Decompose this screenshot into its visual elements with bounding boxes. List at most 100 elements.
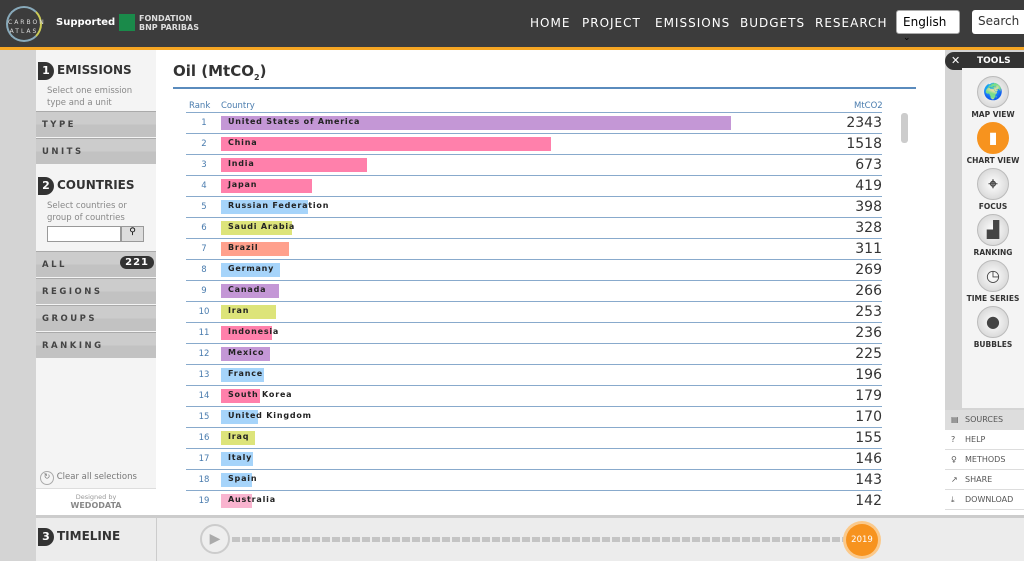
rank: 1	[201, 118, 207, 128]
table-row[interactable]: 5 Russian Federation 398	[186, 196, 882, 217]
menu-help[interactable]: ? HELP	[945, 430, 1024, 450]
tool-bubbles[interactable]: ● BUBBLES	[962, 306, 1024, 349]
table-row[interactable]: 3 India 673	[186, 154, 882, 175]
refresh-icon: ↻	[40, 471, 54, 485]
table-row[interactable]: 13 France 196	[186, 364, 882, 385]
rank: 12	[198, 349, 210, 359]
menu-sources[interactable]: ▤ SOURCES	[945, 410, 1024, 430]
table-row[interactable]: 2 China 1518	[186, 133, 882, 154]
emissions-heading: 1 EMISSIONS	[36, 62, 132, 80]
all-button[interactable]: ALL 221	[36, 251, 156, 277]
timeline-track[interactable]	[232, 537, 852, 542]
table-row[interactable]: 11 Indonesia 236	[186, 322, 882, 343]
nav-home[interactable]: HOME	[530, 16, 570, 30]
close-icon[interactable]: ✕	[951, 54, 960, 67]
type-button[interactable]: TYPE	[36, 111, 156, 137]
tool-focus[interactable]: ⌖ FOCUS	[962, 168, 1024, 211]
country-name: Germany	[228, 264, 275, 273]
play-button[interactable]: ▶	[200, 524, 230, 554]
chevron-down-icon: ⌄	[903, 33, 911, 43]
table-row[interactable]: 4 Japan 419	[186, 175, 882, 196]
globe-icon: 🌍	[977, 76, 1009, 108]
chart-panel: Oil (MtCO2) Rank Country MtCO2 1 United …	[156, 50, 945, 515]
tool-label: CHART VIEW	[966, 156, 1020, 165]
rank: 4	[201, 181, 207, 191]
tool-ranking[interactable]: ▟ RANKING	[962, 214, 1024, 257]
rank: 17	[198, 454, 210, 464]
header: CARBON ATLAS Supported by FONDATION BNP P…	[0, 0, 1024, 50]
table-row[interactable]: 8 Germany 269	[186, 259, 882, 280]
country-name: Russian Federation	[228, 201, 330, 210]
tool-label: RANKING	[973, 248, 1013, 257]
nav-budgets[interactable]: BUDGETS	[740, 16, 805, 30]
scrollbar[interactable]	[901, 113, 908, 143]
country-search-input[interactable]	[47, 226, 121, 242]
menu-label: SHARE	[965, 475, 993, 484]
value: 419	[855, 178, 882, 194]
table-row[interactable]: 19 Australia 142	[186, 490, 882, 511]
country-name: Indonesia	[228, 327, 280, 336]
ranking-button[interactable]: RANKING	[36, 332, 156, 358]
country-name: India	[228, 159, 255, 168]
designed-by: Designed by	[75, 493, 117, 501]
crosshair-icon: ⌖	[977, 168, 1009, 200]
table-row[interactable]: 14 South Korea 179	[186, 385, 882, 406]
groups-button[interactable]: GROUPS	[36, 305, 156, 331]
table-row[interactable]: 18 Spain 143	[186, 469, 882, 490]
chart-title: Oil (MtCO2)	[173, 62, 267, 82]
tool-time-series[interactable]: ◷ TIME SERIES	[962, 260, 1024, 303]
count-badge: 221	[120, 256, 154, 269]
table-row[interactable]: 6 Saudi Arabia 328	[186, 217, 882, 238]
table-row[interactable]: 10 Iran 253	[186, 301, 882, 322]
menu-label: DOWNLOAD	[965, 495, 1014, 504]
table-row[interactable]: 12 Mexico 225	[186, 343, 882, 364]
nav-research[interactable]: RESEARCH	[815, 16, 887, 30]
table-row[interactable]: 17 Italy 146	[186, 448, 882, 469]
country-name: Saudi Arabia	[228, 222, 296, 231]
menu-label: METHODS	[965, 455, 1006, 464]
tool-chart-view[interactable]: ▮ CHART VIEW	[962, 122, 1024, 165]
menu-download[interactable]: ⤓ DOWNLOAD	[945, 490, 1024, 510]
value: 253	[855, 304, 882, 320]
menu-label: SOURCES	[965, 415, 1004, 424]
table-row[interactable]: 1 United States of America 2343	[186, 112, 882, 133]
country-name: Canada	[228, 285, 267, 294]
menu-methods[interactable]: ♀ METHODS	[945, 450, 1024, 470]
table-row[interactable]: 16 Iraq 155	[186, 427, 882, 448]
nav-project[interactable]: PROJECT	[582, 16, 641, 30]
rank: 11	[198, 328, 210, 338]
regions-button[interactable]: REGIONS	[36, 278, 156, 304]
menu-label: HELP	[965, 435, 986, 444]
podium-icon: ▟	[977, 214, 1009, 246]
title-divider	[173, 87, 916, 89]
menu-share[interactable]: ↗ SHARE	[945, 470, 1024, 490]
table-row[interactable]: 15 United Kingdom 170	[186, 406, 882, 427]
rank: 5	[201, 202, 207, 212]
clear-selections-button[interactable]: ↻ Clear all selections	[40, 471, 137, 485]
language-select[interactable]: English ⌄	[896, 10, 960, 43]
year-handle[interactable]: 2019	[846, 524, 878, 556]
tool-label: BUBBLES	[973, 340, 1013, 349]
play-icon: ▶	[209, 531, 221, 547]
value: 146	[855, 451, 882, 467]
table-row[interactable]: 7 Brazil 311	[186, 238, 882, 259]
wedodata-logo[interactable]: WEDODATA	[36, 501, 156, 510]
tool-map-view[interactable]: 🌍 MAP VIEW	[962, 76, 1024, 119]
rank: 7	[201, 244, 207, 254]
table-row[interactable]: 9 Canada 266	[186, 280, 882, 301]
nav-emissions[interactable]: EMISSIONS	[655, 16, 730, 30]
step-number: 1	[38, 62, 54, 80]
units-button[interactable]: UNITS	[36, 138, 156, 164]
country-name: Brazil	[228, 243, 259, 252]
clear-label: Clear all selections	[56, 472, 137, 482]
countries-title: COUNTRIES	[57, 178, 135, 192]
emissions-title: EMISSIONS	[57, 63, 132, 77]
methods-icon: ♀	[951, 455, 957, 464]
search-icon[interactable]: ⚲	[121, 226, 144, 242]
country-name: Iraq	[228, 432, 250, 441]
value: 269	[855, 262, 882, 278]
rank: 10	[198, 307, 210, 317]
rank: 6	[201, 223, 207, 233]
search-button[interactable]: Search	[972, 10, 1024, 34]
carbon-atlas-logo[interactable]: CARBON ATLAS	[6, 6, 44, 42]
